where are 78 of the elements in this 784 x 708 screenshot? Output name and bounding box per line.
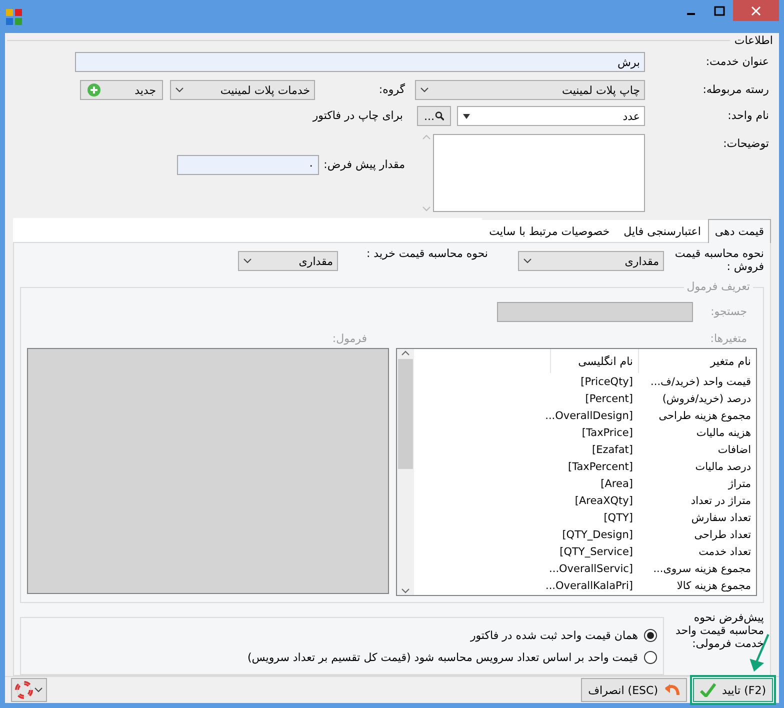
- table-cell-text: [Percent]: [584, 392, 634, 404]
- field-label: رسته مربوطه:: [702, 82, 770, 96]
- field-label: پیش‌فرض نحوه محاسبه قیمت واحد خدمت فرمولی:: [674, 611, 764, 650]
- table-cell-text: مجموع هزینه کالا: [676, 580, 752, 592]
- table-cell-text: [TaxPrice]: [580, 426, 634, 438]
- plus-icon: [87, 83, 101, 97]
- table-cell-text: [Ezafat]: [590, 444, 634, 456]
- caret-icon: [243, 258, 252, 264]
- cancel-button[interactable]: (ESC) انصراف: [581, 678, 688, 702]
- table-cell-text: مجموع هزینه طراحی: [658, 410, 752, 422]
- field-label: عنوان خدمت:: [704, 54, 770, 68]
- field-label: فرمول:: [331, 332, 368, 345]
- group-title: تعریف فرمول: [684, 280, 753, 293]
- table-cell-text: [PriceQty]: [580, 376, 634, 388]
- radio-button[interactable]: [644, 628, 657, 642]
- scroll-up-icon[interactable]: [400, 349, 410, 357]
- field-label: نحوه محاسبه قیمت خرید :: [365, 247, 489, 260]
- caret-icon: [34, 687, 43, 693]
- unit-dropdown[interactable]: عدد: [457, 106, 645, 126]
- field-label: نحوه محاسبه قیمت فروش :: [674, 247, 764, 273]
- field-label: توضیحات:: [722, 136, 770, 150]
- caret-icon: [420, 87, 429, 93]
- new-button[interactable]: جدید: [80, 80, 163, 100]
- checkmark-icon: [700, 683, 716, 697]
- category-dropdown[interactable]: چاپ پلات لمینیت: [415, 80, 645, 100]
- default-amount-field[interactable]: ۰: [177, 155, 319, 175]
- table-cell-text: [Area]: [600, 478, 634, 490]
- caret-icon: [175, 87, 184, 93]
- search-icon: [434, 109, 444, 123]
- field-label: نام واحد:: [726, 108, 770, 122]
- lifebuoy-icon: [15, 681, 33, 699]
- title-field[interactable]: برش: [75, 52, 645, 72]
- tab[interactable]: قیمت دهی: [708, 219, 771, 243]
- table-cell-text: ...OverallKalaPri]: [544, 580, 634, 592]
- group-dropdown[interactable]: خدمات پلات لمینیت: [170, 80, 315, 100]
- field-label: جستجو:: [710, 304, 748, 318]
- radio-label: همان قیمت واحد ثبت شده در فاکتور: [470, 628, 638, 642]
- close-button[interactable]: [733, 0, 779, 21]
- table-cell-text: اضافات: [716, 444, 752, 456]
- table-cell-text: هزینه مالیات: [695, 426, 752, 438]
- caret-icon: [523, 258, 532, 264]
- buy-method-dropdown[interactable]: مقداری: [238, 251, 338, 271]
- field-label: مقدار پیش فرض:: [322, 157, 406, 171]
- table-cell-text: ...OverallServic]: [548, 562, 634, 574]
- table-cell-text: [AreaXQty]: [574, 494, 634, 506]
- table-cell-text: تعداد طراحی: [693, 528, 752, 540]
- radio-label: قیمت واحد بر اساس تعداد سرویس محاسبه شود (قیمت کل تقسیم بر تعداد سرویس): [247, 650, 638, 664]
- table-cell-text: قیمت واحد (خرید/ف...: [650, 376, 752, 388]
- table-cell-text: متراژ: [727, 478, 752, 490]
- tab[interactable]: خصوصیات مرتبط با سایت: [482, 220, 617, 242]
- help-button[interactable]: [11, 678, 47, 702]
- caret-icon: [462, 112, 471, 120]
- table-cell-text: [TaxPercent]: [566, 460, 634, 472]
- table-cell-text: [QTY_Design]: [561, 528, 634, 540]
- search-button[interactable]: ...: [417, 106, 451, 126]
- close-icon: [751, 6, 761, 16]
- table-cell-text: ...OverallDesign]: [544, 410, 634, 422]
- table-cell-text: تعداد خدمت: [698, 546, 752, 558]
- table-cell-text: درصد مالیات: [694, 460, 752, 472]
- field-label: متغیرها:: [709, 332, 748, 345]
- unit-hint: برای چاپ در فاکتور: [313, 108, 404, 122]
- table-cell-text: مجموع هزینه سروی...: [652, 562, 752, 574]
- maximize-icon: [714, 6, 724, 16]
- confirm-button[interactable]: (F2) تایید: [693, 678, 773, 702]
- group-title: اطلاعات: [734, 34, 773, 47]
- table-cell-text: [QTY_Service]: [558, 546, 634, 558]
- description-field[interactable]: [433, 134, 645, 212]
- field-label: گروه:: [378, 82, 406, 96]
- undo-icon: [664, 683, 680, 697]
- sale-method-dropdown[interactable]: مقداری: [518, 251, 664, 271]
- radio-button[interactable]: [644, 650, 657, 664]
- table-cell-text: تعداد سفارش: [690, 512, 752, 524]
- minimize-icon: [687, 12, 695, 14]
- table-cell-text: متراژ در تعداد: [690, 494, 752, 506]
- table-cell-text: درصد (خرید/فروش): [661, 392, 752, 404]
- scroll-down-icon[interactable]: [400, 587, 410, 595]
- tab[interactable]: اعتبارسنجی فایل: [616, 220, 708, 242]
- table-cell-text: [QTY]: [602, 512, 634, 524]
